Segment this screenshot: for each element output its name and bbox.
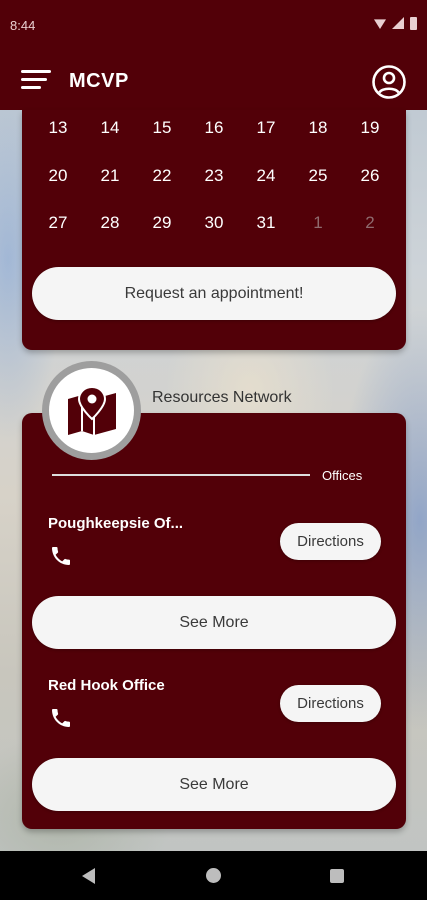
calendar-day[interactable]: 18 xyxy=(292,118,344,138)
calendar-week-row: 20 21 22 23 24 25 26 xyxy=(32,166,396,186)
status-bar: 8:44 xyxy=(0,0,427,52)
calendar-day[interactable]: 19 xyxy=(344,118,396,138)
map-pin-icon xyxy=(67,385,116,435)
home-icon[interactable] xyxy=(206,868,221,883)
office-name: Poughkeepsie Of... xyxy=(48,515,184,532)
calendar-day[interactable]: 26 xyxy=(344,166,396,186)
divider xyxy=(52,474,310,476)
directions-button[interactable]: Directions xyxy=(280,523,381,560)
directions-button[interactable]: Directions xyxy=(280,685,381,722)
calendar-day[interactable]: 14 xyxy=(84,118,136,138)
resources-badge xyxy=(42,361,141,460)
calendar-day[interactable]: 28 xyxy=(84,213,136,233)
calendar-day[interactable]: 22 xyxy=(136,166,188,186)
see-more-button[interactable]: See More xyxy=(32,596,396,649)
request-appointment-button[interactable]: Request an appointment! xyxy=(32,267,396,320)
resources-card: Offices Poughkeepsie Of... Directions Se… xyxy=(22,413,406,829)
see-more-button[interactable]: See More xyxy=(32,758,396,811)
signal-icon xyxy=(392,17,404,29)
recents-icon[interactable] xyxy=(330,869,344,883)
app-title: MCVP xyxy=(69,70,129,92)
calendar-day[interactable]: 30 xyxy=(188,213,240,233)
wifi-icon xyxy=(374,19,386,29)
back-icon[interactable] xyxy=(80,867,98,885)
calendar-day[interactable]: 29 xyxy=(136,213,188,233)
office-name: Red Hook Office xyxy=(48,677,165,694)
calendar-week-row: 13 14 15 16 17 18 19 xyxy=(32,118,396,138)
phone-icon[interactable] xyxy=(49,706,73,730)
offices-section-label: Offices xyxy=(322,468,363,483)
calendar-day[interactable]: 16 xyxy=(188,118,240,138)
system-nav-bar xyxy=(0,851,427,900)
calendar-day[interactable]: 20 xyxy=(32,166,84,186)
calendar-day[interactable]: 21 xyxy=(84,166,136,186)
badge-circle xyxy=(49,368,134,453)
app-bar: MCVP xyxy=(0,52,427,110)
status-time: 8:44 xyxy=(10,18,36,33)
battery-icon xyxy=(410,17,417,30)
menu-icon[interactable] xyxy=(21,70,53,94)
calendar-day[interactable]: 23 xyxy=(188,166,240,186)
calendar-day[interactable]: 1 xyxy=(292,213,344,233)
phone-icon[interactable] xyxy=(49,544,73,568)
calendar-day[interactable]: 31 xyxy=(240,213,292,233)
account-circle-icon[interactable] xyxy=(371,64,407,100)
calendar-day[interactable]: 13 xyxy=(32,118,84,138)
calendar-day[interactable]: 27 xyxy=(32,213,84,233)
calendar-day[interactable]: 24 xyxy=(240,166,292,186)
calendar-day[interactable]: 25 xyxy=(292,166,344,186)
status-icons xyxy=(374,17,417,30)
resources-title: Resources Network xyxy=(152,389,292,406)
calendar-day[interactable]: 17 xyxy=(240,118,292,138)
calendar-week-row: 27 28 29 30 31 1 2 xyxy=(32,213,396,233)
calendar-day[interactable]: 15 xyxy=(136,118,188,138)
calendar-day[interactable]: 2 xyxy=(344,213,396,233)
calendar-card: 13 14 15 16 17 18 19 20 21 22 23 24 25 26 27 28 29 30 31… xyxy=(22,110,406,350)
